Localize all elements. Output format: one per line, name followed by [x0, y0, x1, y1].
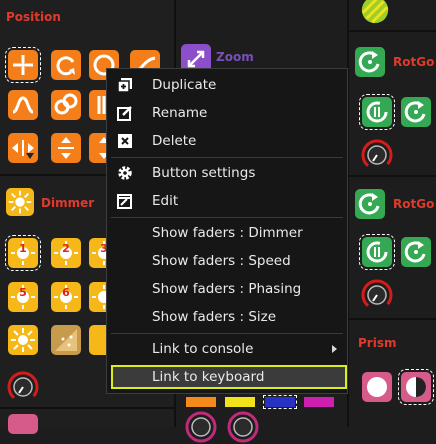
- group-title-position: Position: [6, 10, 61, 24]
- submenu-arrow-icon: [332, 345, 337, 353]
- group-divider: [347, 318, 436, 320]
- rotate-icon: [404, 101, 426, 123]
- rotate-icon: [366, 101, 388, 123]
- rotgobo-1-speed-knob[interactable]: [360, 138, 394, 172]
- prism-half-button[interactable]: [398, 369, 434, 405]
- menu-separator: [111, 157, 343, 158]
- circle-path-icon: [56, 56, 75, 76]
- wave-path-icon: [12, 96, 34, 114]
- position-crosshair-button[interactable]: [5, 47, 41, 83]
- figure-eight-icon: [54, 93, 78, 115]
- menu-item-rename[interactable]: Rename: [107, 101, 347, 125]
- dimmer-group-icon: [6, 188, 34, 216]
- delete-icon: [118, 134, 132, 148]
- menu-item-label: Show faders : Speed: [152, 253, 291, 269]
- menu-separator: [111, 333, 343, 334]
- menu-item-duplicate[interactable]: Duplicate: [107, 73, 347, 97]
- duplicate-icon: [117, 78, 132, 93]
- dimmer-fade-button[interactable]: [51, 325, 81, 355]
- group-title-zoom: Zoom: [216, 50, 254, 64]
- menu-item-label: Delete: [152, 133, 197, 149]
- preset-number: 5: [19, 286, 27, 299]
- preset-number: 2: [62, 242, 70, 255]
- position-circle-button[interactable]: [51, 50, 81, 80]
- menu-item-label: Link to console: [152, 341, 254, 357]
- pan-arrows-icon: [12, 140, 34, 159]
- menu-item-show-faders-speed[interactable]: Show faders : Speed: [107, 249, 347, 273]
- rotate-icon: [358, 193, 380, 215]
- group-title-dimmer: Dimmer: [41, 196, 95, 210]
- dimmer-preset-5[interactable]: 5: [8, 282, 38, 312]
- rename-icon: [117, 106, 132, 121]
- color-swatch-orange[interactable]: [186, 397, 216, 407]
- crosshair-icon: [13, 55, 33, 75]
- menu-item-label: Rename: [152, 105, 208, 121]
- menu-item-link-to-console[interactable]: Link to console: [107, 337, 347, 361]
- bottom-left-button[interactable]: [8, 414, 38, 434]
- group-title-rotgobo-1: RotGo: [393, 55, 435, 69]
- gear-icon: [118, 166, 132, 180]
- rotgobo-1-fast-button[interactable]: [401, 97, 431, 127]
- menu-separator: [111, 217, 343, 218]
- sun-icon: [11, 328, 35, 352]
- rotgobo-1-slow-button[interactable]: [359, 94, 395, 130]
- edit-icon: [117, 194, 132, 209]
- dimmer-preset-6[interactable]: 6: [51, 282, 81, 312]
- menu-item-label: Show faders : Dimmer: [152, 225, 303, 241]
- menu-item-delete[interactable]: Delete: [107, 129, 347, 153]
- menu-item-label: Link to keyboard: [152, 369, 265, 385]
- position-wave-button[interactable]: [8, 90, 38, 120]
- rotate-icon: [358, 51, 380, 73]
- color-swatch-yellow[interactable]: [225, 397, 255, 407]
- menu-item-label: Edit: [152, 193, 179, 209]
- color-swatch-magenta[interactable]: [304, 397, 334, 407]
- menu-item-link-to-keyboard[interactable]: Link to keyboard: [111, 365, 347, 389]
- rotgobo-group-icon: [355, 47, 385, 77]
- sun-icon: [8, 190, 32, 214]
- menu-item-show-faders-size[interactable]: Show faders : Size: [107, 305, 347, 329]
- rotate-icon: [404, 241, 426, 263]
- menu-item-show-faders-phasing[interactable]: Show faders : Phasing: [107, 277, 347, 301]
- rotgobo-2-group-icon: [355, 189, 385, 219]
- rotgobo-2-fast-button[interactable]: [401, 237, 431, 267]
- rotgobo-2-slow-button[interactable]: [359, 234, 395, 270]
- dimmer-speed-knob[interactable]: [6, 370, 40, 404]
- menu-item-label: Button settings: [152, 165, 256, 181]
- position-pan-button[interactable]: [8, 133, 38, 163]
- prism-open-button[interactable]: [362, 372, 392, 402]
- color-swatch-blue[interactable]: [263, 395, 297, 409]
- dimmer-preset-1[interactable]: 1: [5, 235, 41, 271]
- menu-item-edit[interactable]: Edit: [107, 189, 347, 213]
- group-divider: [347, 175, 436, 177]
- preset-number: 1: [19, 242, 27, 255]
- zoom-knob[interactable]: [184, 410, 218, 444]
- gobo-ball-icon: [361, 0, 389, 24]
- rotgobo-2-speed-knob[interactable]: [360, 278, 394, 312]
- menu-item-label: Show faders : Phasing: [152, 281, 302, 297]
- menu-item-label: Duplicate: [152, 77, 217, 93]
- circle-icon: [367, 377, 387, 397]
- context-menu: Duplicate Rename Delete Button settings …: [106, 68, 348, 394]
- group-title-rotgobo-2: RotGo: [393, 197, 435, 211]
- position-eight-button[interactable]: [51, 90, 81, 120]
- menu-item-show-faders-dimmer[interactable]: Show faders : Dimmer: [107, 221, 347, 245]
- rotate-icon: [366, 241, 388, 263]
- dimmer-full-button[interactable]: [8, 325, 38, 355]
- preset-number: 6: [62, 286, 70, 299]
- group-title-prism: Prism: [358, 336, 397, 350]
- dimmer-preset-2[interactable]: 2: [51, 238, 81, 268]
- position-tilt-button[interactable]: [51, 133, 81, 163]
- group-divider: [0, 407, 174, 409]
- fade-icon: [55, 329, 77, 351]
- menu-item-button-settings[interactable]: Button settings: [107, 161, 347, 185]
- half-circle-icon: [406, 377, 426, 397]
- tilt-arrows-icon: [58, 137, 74, 159]
- zoom-knob-2[interactable]: [226, 410, 260, 444]
- group-divider: [347, 30, 436, 32]
- menu-item-label: Show faders : Size: [152, 309, 277, 325]
